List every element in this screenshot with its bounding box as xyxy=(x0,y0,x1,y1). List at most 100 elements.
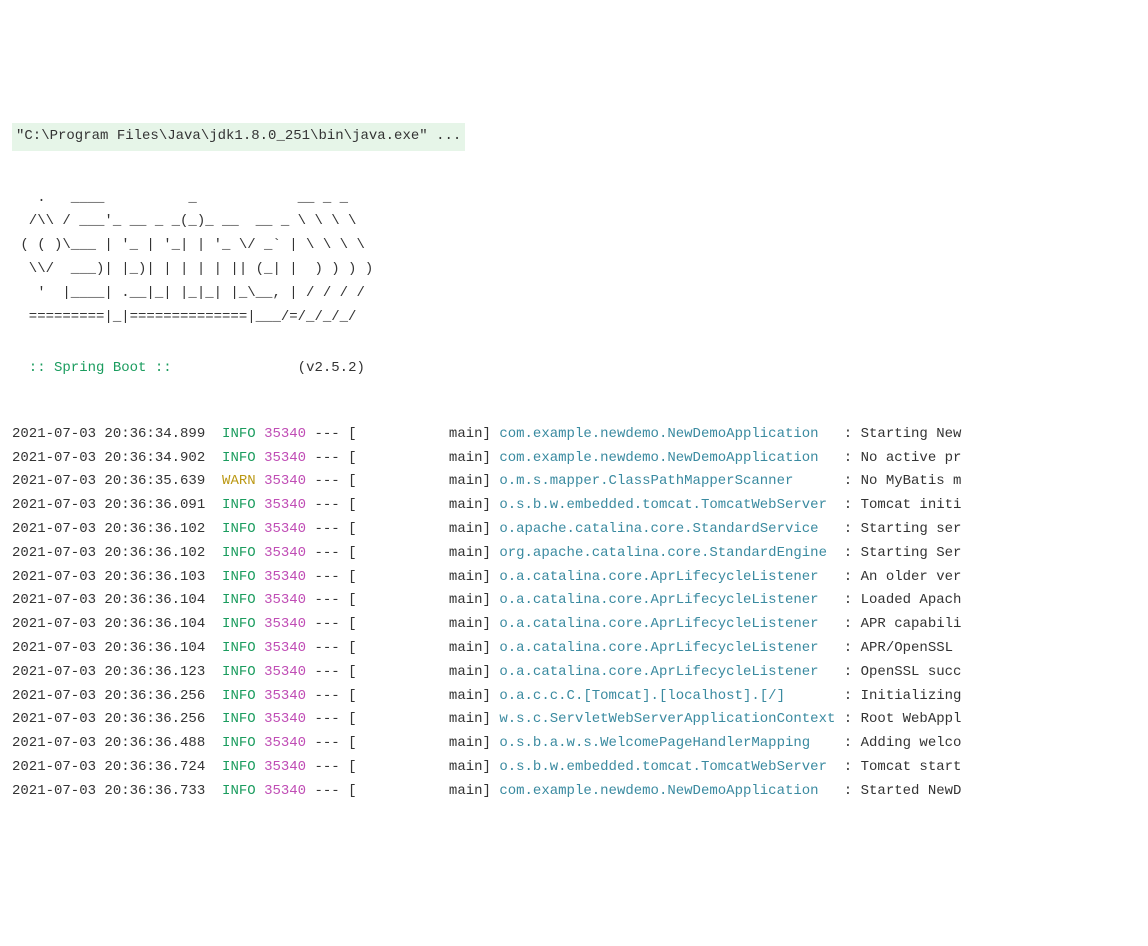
log-timestamp: 2021-07-03 20:36:36.733 xyxy=(12,783,205,799)
log-separator: --- [ xyxy=(306,735,356,751)
log-line: 2021-07-03 20:36:36.488 INFO 35340 --- [… xyxy=(12,732,1148,756)
log-timestamp: 2021-07-03 20:36:36.256 xyxy=(12,688,205,704)
log-colon: : xyxy=(835,592,860,608)
log-colon: : xyxy=(835,473,860,489)
java-command-header: "C:\Program Files\Java\jdk1.8.0_251\bin\… xyxy=(12,123,465,151)
log-separator: --- [ xyxy=(306,521,356,537)
log-timestamp: 2021-07-03 20:36:34.899 xyxy=(12,426,205,442)
log-level: INFO xyxy=(222,783,256,799)
banner-line: ( ( )\___ | '_ | '_| | '_ \/ _` | \ \ \ … xyxy=(12,237,365,253)
log-pid: 35340 xyxy=(264,426,306,442)
log-colon: : xyxy=(835,640,860,656)
log-message: Loaded Apach xyxy=(861,592,962,608)
log-message: No active pr xyxy=(861,450,962,466)
log-thread: main] xyxy=(357,783,500,799)
log-timestamp: 2021-07-03 20:36:36.488 xyxy=(12,735,205,751)
log-separator: --- [ xyxy=(306,426,356,442)
log-level: INFO xyxy=(222,569,256,585)
log-line: 2021-07-03 20:36:36.104 INFO 35340 --- [… xyxy=(12,589,1148,613)
log-separator: --- [ xyxy=(306,664,356,680)
log-message: Started NewD xyxy=(861,783,962,799)
log-line: 2021-07-03 20:36:36.733 INFO 35340 --- [… xyxy=(12,780,1148,804)
log-line: 2021-07-03 20:36:36.123 INFO 35340 --- [… xyxy=(12,661,1148,685)
spring-boot-version: (v2.5.2) xyxy=(298,360,365,376)
log-pid: 35340 xyxy=(264,735,306,751)
log-logger: org.apache.catalina.core.StandardEngine xyxy=(499,545,835,561)
log-timestamp: 2021-07-03 20:36:36.104 xyxy=(12,592,205,608)
log-logger: com.example.newdemo.NewDemoApplication xyxy=(499,450,835,466)
log-separator: --- [ xyxy=(306,711,356,727)
log-line: 2021-07-03 20:36:34.899 INFO 35340 --- [… xyxy=(12,423,1148,447)
log-level: WARN xyxy=(222,473,256,489)
banner-line: /\\ / ___'_ __ _ _(_)_ __ __ _ \ \ \ \ xyxy=(12,213,356,229)
log-timestamp: 2021-07-03 20:36:36.102 xyxy=(12,545,205,561)
log-level: INFO xyxy=(222,426,256,442)
log-timestamp: 2021-07-03 20:36:36.256 xyxy=(12,711,205,727)
log-separator: --- [ xyxy=(306,592,356,608)
log-line: 2021-07-03 20:36:36.724 INFO 35340 --- [… xyxy=(12,756,1148,780)
log-message: Tomcat initi xyxy=(861,497,962,513)
log-timestamp: 2021-07-03 20:36:36.104 xyxy=(12,616,205,632)
log-message: Initializing xyxy=(861,688,962,704)
log-colon: : xyxy=(835,711,860,727)
log-logger: o.a.catalina.core.AprLifecycleListener xyxy=(499,640,835,656)
log-line: 2021-07-03 20:36:36.104 INFO 35340 --- [… xyxy=(12,613,1148,637)
log-pid: 35340 xyxy=(264,592,306,608)
log-separator: --- [ xyxy=(306,616,356,632)
log-level: INFO xyxy=(222,521,256,537)
log-pid: 35340 xyxy=(264,569,306,585)
log-message: Adding welco xyxy=(861,735,962,751)
log-logger: w.s.c.ServletWebServerApplicationContext xyxy=(499,711,835,727)
log-logger: o.a.catalina.core.AprLifecycleListener xyxy=(499,569,835,585)
spring-boot-label: :: Spring Boot :: xyxy=(12,360,172,376)
log-line: 2021-07-03 20:36:36.091 INFO 35340 --- [… xyxy=(12,494,1148,518)
log-separator: --- [ xyxy=(306,545,356,561)
log-line: 2021-07-03 20:36:35.639 WARN 35340 --- [… xyxy=(12,470,1148,494)
log-pid: 35340 xyxy=(264,783,306,799)
banner-line: =========|_|==============|___/=/_/_/_/ xyxy=(12,309,356,325)
log-line: 2021-07-03 20:36:36.256 INFO 35340 --- [… xyxy=(12,685,1148,709)
log-logger: o.a.catalina.core.AprLifecycleListener xyxy=(499,616,835,632)
log-message: An older ver xyxy=(861,569,962,585)
log-level: INFO xyxy=(222,592,256,608)
log-level: INFO xyxy=(222,616,256,632)
log-pid: 35340 xyxy=(264,711,306,727)
log-colon: : xyxy=(835,664,860,680)
log-colon: : xyxy=(835,450,860,466)
spring-boot-banner: . ____ _ __ _ _ /\\ / ___'_ __ _ _(_)_ _… xyxy=(12,187,1148,330)
log-thread: main] xyxy=(357,688,500,704)
log-separator: --- [ xyxy=(306,783,356,799)
log-line: 2021-07-03 20:36:36.102 INFO 35340 --- [… xyxy=(12,542,1148,566)
log-separator: --- [ xyxy=(306,759,356,775)
log-timestamp: 2021-07-03 20:36:36.103 xyxy=(12,569,205,585)
spring-boot-version-line: :: Spring Boot :: (v2.5.2) xyxy=(12,357,1148,381)
log-message: APR/OpenSSL xyxy=(861,640,962,656)
log-timestamp: 2021-07-03 20:36:36.102 xyxy=(12,521,205,537)
log-message: APR capabili xyxy=(861,616,962,632)
log-thread: main] xyxy=(357,616,500,632)
log-logger: com.example.newdemo.NewDemoApplication xyxy=(499,426,835,442)
banner-line: . ____ _ __ _ _ xyxy=(12,190,348,206)
log-separator: --- [ xyxy=(306,473,356,489)
log-logger: o.s.b.a.w.s.WelcomePageHandlerMapping xyxy=(499,735,835,751)
log-thread: main] xyxy=(357,664,500,680)
log-level: INFO xyxy=(222,497,256,513)
log-colon: : xyxy=(835,521,860,537)
log-colon: : xyxy=(835,497,860,513)
log-thread: main] xyxy=(357,497,500,513)
console-output[interactable]: "C:\Program Files\Java\jdk1.8.0_251\bin\… xyxy=(0,95,1148,827)
log-line: 2021-07-03 20:36:36.102 INFO 35340 --- [… xyxy=(12,518,1148,542)
version-padding xyxy=(172,360,298,376)
log-pid: 35340 xyxy=(264,521,306,537)
log-logger: o.s.b.w.embedded.tomcat.TomcatWebServer xyxy=(499,497,835,513)
log-separator: --- [ xyxy=(306,450,356,466)
log-message: Tomcat start xyxy=(861,759,962,775)
log-thread: main] xyxy=(357,450,500,466)
log-colon: : xyxy=(835,688,860,704)
log-pid: 35340 xyxy=(264,545,306,561)
log-line: 2021-07-03 20:36:34.902 INFO 35340 --- [… xyxy=(12,447,1148,471)
log-level: INFO xyxy=(222,545,256,561)
log-thread: main] xyxy=(357,521,500,537)
log-logger: o.s.b.w.embedded.tomcat.TomcatWebServer xyxy=(499,759,835,775)
log-colon: : xyxy=(835,545,860,561)
